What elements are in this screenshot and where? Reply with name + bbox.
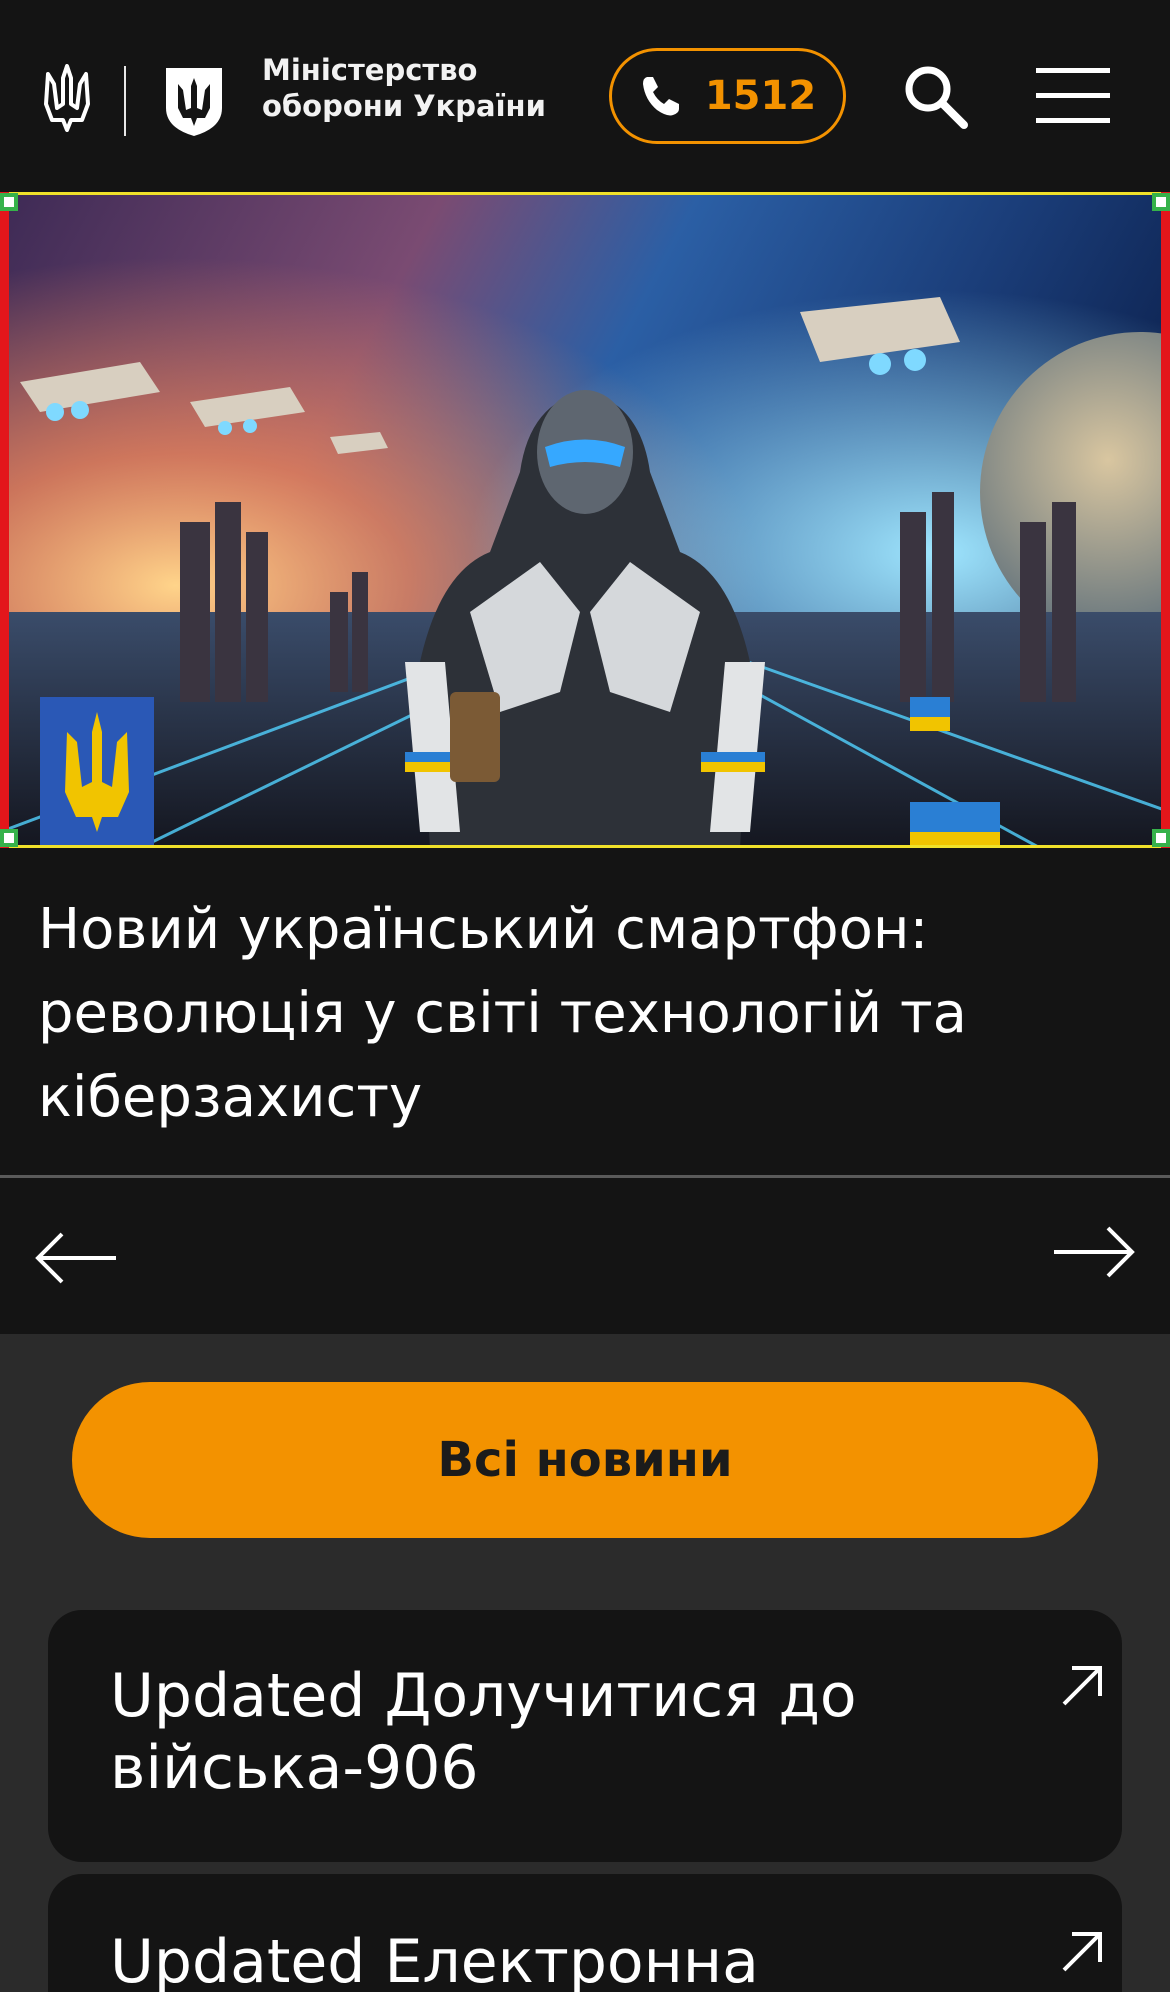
phone-icon xyxy=(642,77,679,116)
selection-frame-top xyxy=(9,192,1161,195)
hero-illustration xyxy=(0,192,1170,848)
link-card-title: Updated Електронна xyxy=(110,1927,759,1992)
arrow-right-icon[interactable] xyxy=(1052,1222,1136,1282)
ministry-name-line2: оборони України xyxy=(262,89,546,123)
slide-title[interactable]: Новий український смартфон: революція у … xyxy=(38,888,1128,1140)
selection-frame-left xyxy=(0,192,9,848)
selection-frame-right xyxy=(1161,192,1170,848)
link-card[interactable]: Updated Електронна xyxy=(48,1874,1122,1992)
trident-icon[interactable] xyxy=(44,64,90,132)
header-divider xyxy=(124,66,126,136)
arrow-left-icon[interactable] xyxy=(34,1228,118,1288)
selection-handle[interactable] xyxy=(0,193,18,211)
selection-handle[interactable] xyxy=(0,829,18,847)
selection-handle[interactable] xyxy=(1152,829,1170,847)
arrow-up-right-icon xyxy=(1062,1932,1102,1972)
slider-nav xyxy=(0,1178,1170,1334)
all-news-button[interactable]: Всі новини xyxy=(72,1382,1098,1538)
link-card-title: Updated Долучитися до війська-906 xyxy=(110,1661,857,1803)
shield-icon[interactable] xyxy=(162,64,226,138)
hotline-button[interactable]: 1512 xyxy=(609,48,846,144)
slide-caption[interactable]: Новий український смартфон: революція у … xyxy=(0,848,1170,1176)
news-slide-image[interactable] xyxy=(0,192,1170,848)
ministry-name-line1: Міністерство xyxy=(262,53,478,87)
search-icon[interactable] xyxy=(900,62,970,132)
hotline-number: 1512 xyxy=(704,73,817,119)
arrow-up-right-icon xyxy=(1062,1666,1102,1706)
site-header: Міністерство оборони України 1512 xyxy=(0,0,1170,192)
selection-handle[interactable] xyxy=(1152,193,1170,211)
ministry-name[interactable]: Міністерство оборони України xyxy=(262,52,546,124)
menu-icon[interactable] xyxy=(1036,66,1112,126)
link-card[interactable]: Updated Долучитися до війська-906 xyxy=(48,1610,1122,1862)
